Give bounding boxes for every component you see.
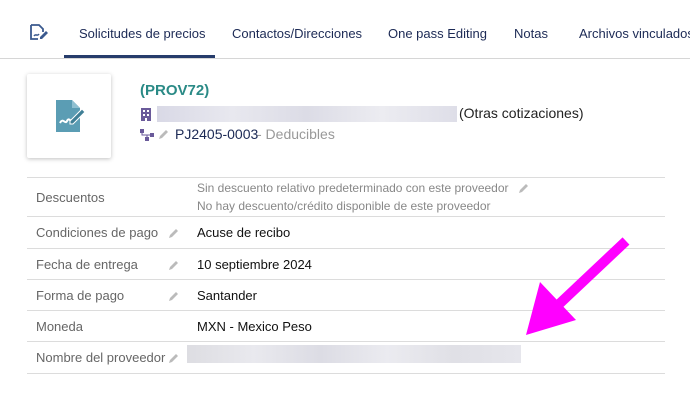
pencil-icon[interactable] [168,227,180,239]
field-label: Forma de pago [36,288,125,303]
pencil-icon[interactable] [168,259,180,271]
payment-terms-value: Acuse de recibo [197,225,291,240]
project-label: - Deducibles [257,126,335,142]
active-tab-indicator [64,55,215,58]
discount-line-1: Sin descuento relativo predeterminado co… [197,181,509,195]
tab-contactos-direcciones[interactable]: Contactos/Direcciones [232,26,362,41]
pencil-icon[interactable] [158,128,170,140]
supplier-name-redacted [187,345,521,363]
field-label: Condiciones de pago [36,225,159,240]
field-label: Nombre del proveedor [36,350,166,365]
field-label: Moneda [36,319,83,334]
project-code[interactable]: PJ2405-0003 [175,126,258,142]
signed-document-icon [56,100,86,132]
company-name-redacted [157,106,457,122]
tab-notas[interactable]: Notas [514,26,548,41]
tab-solicitudes-de-precios[interactable]: Solicitudes de precios [79,26,205,41]
tab-archivos-vinculados[interactable]: Archivos vinculados [579,26,690,41]
project-tree-icon [140,129,154,141]
row-descuentos: Descuentos Sin descuento relativo predet… [27,177,665,216]
company-suffix[interactable]: (Otras cotizaciones) [459,105,583,121]
row-nombre-del-proveedor: Nombre del proveedor [27,341,665,374]
pencil-icon[interactable] [168,352,180,364]
field-label: Fecha de entrega [36,257,138,272]
currency-value: MXN - Mexico Peso [197,319,312,334]
supplier-ref[interactable]: (PROV72) [140,82,209,99]
edit-document-icon[interactable] [28,22,48,42]
payment-method-value: Santander [197,288,257,303]
tab-bar: Solicitudes de precios Contactos/Direcci… [0,0,690,59]
discount-line-2: No hay descuento/crédito disponible de e… [197,199,491,213]
tab-one-pass-editing[interactable]: One pass Editing [388,26,487,41]
pencil-icon[interactable] [518,182,530,194]
building-icon [141,108,151,121]
annotation-arrow-icon [526,237,630,335]
field-label: Descuentos [36,190,105,205]
pencil-icon[interactable] [168,290,180,302]
delivery-date-value: 10 septiembre 2024 [197,257,312,272]
document-thumbnail[interactable] [27,74,111,158]
